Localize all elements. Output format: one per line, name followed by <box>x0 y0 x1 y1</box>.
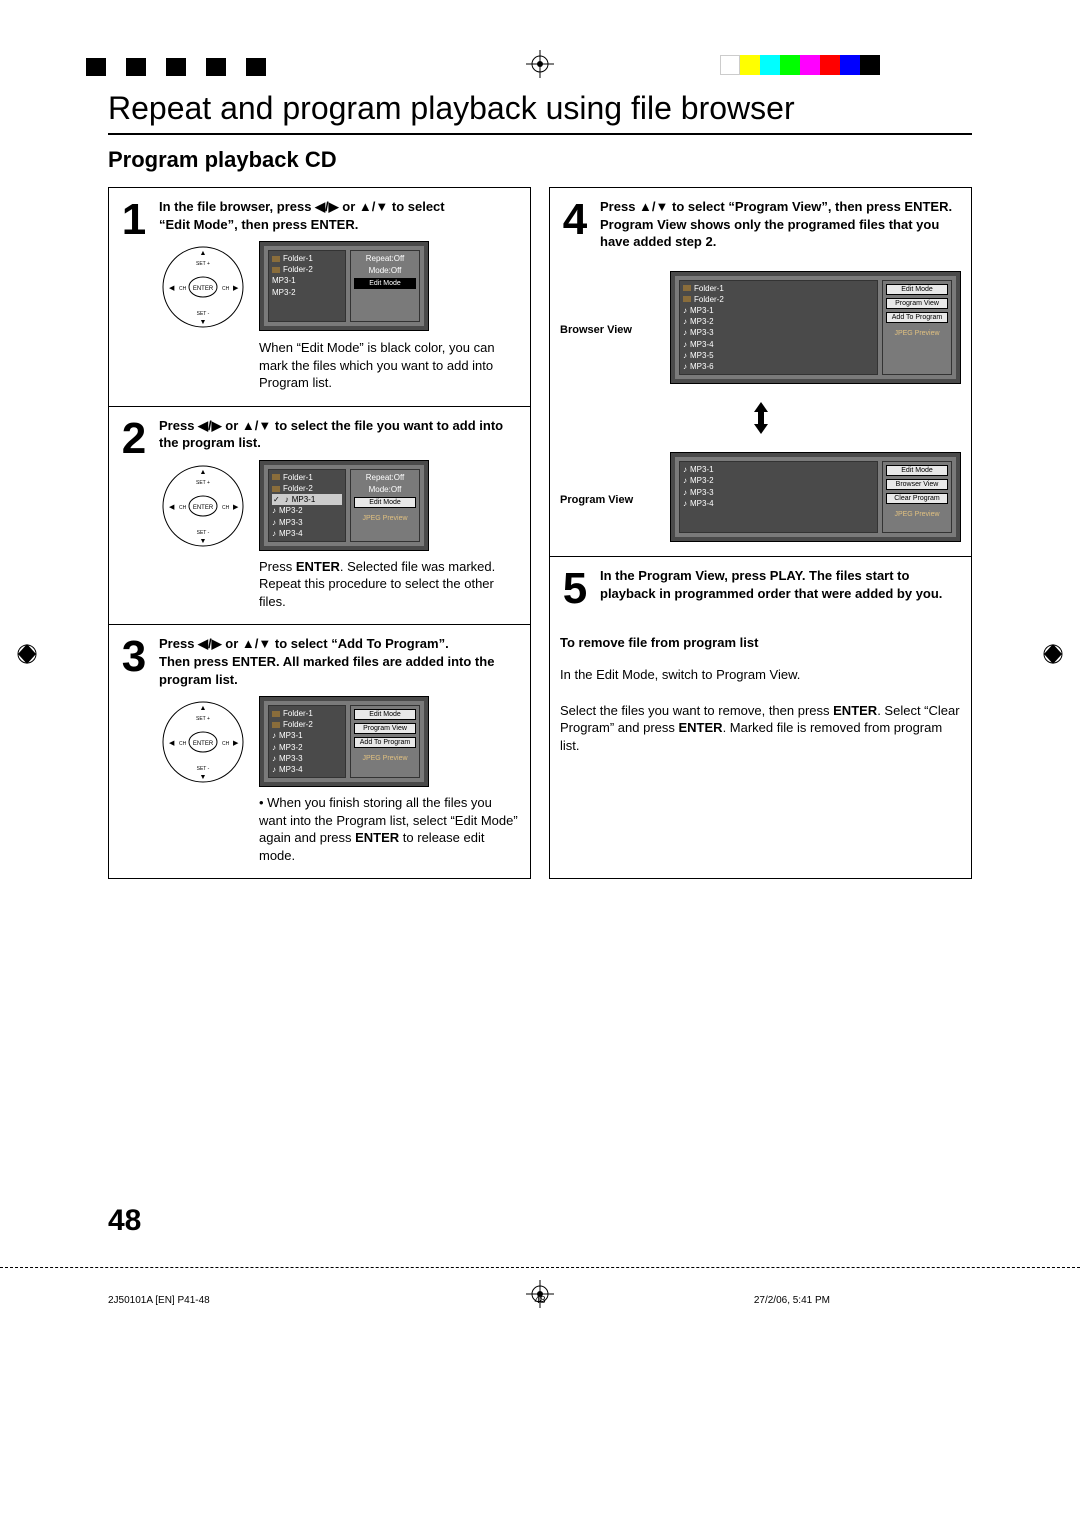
svg-text:▶: ▶ <box>233 740 239 747</box>
svg-text:SET +: SET + <box>196 261 210 267</box>
footer-right: 27/2/06, 5:41 PM <box>754 1295 830 1306</box>
program-view-button: Program View <box>886 298 948 309</box>
step-2: 2 Press ◀/▶ or ▲/▼ to select the file yo… <box>109 407 530 626</box>
remove-p1: In the Edit Mode, switch to Program View… <box>560 666 961 684</box>
edit-mode-button: Edit Mode <box>886 465 948 476</box>
svg-text:CH: CH <box>179 741 187 747</box>
svg-text:▼: ▼ <box>200 319 207 326</box>
step-number: 3 <box>119 635 149 864</box>
section-heading: Program playback CD <box>108 147 972 173</box>
footer-left: 2J50101A [EN] P41-48 <box>108 1295 210 1306</box>
svg-text:CH: CH <box>179 286 187 292</box>
program-view-label: Program View <box>560 494 660 506</box>
step-description: When “Edit Mode” is black color, you can… <box>259 339 520 392</box>
svg-text:ENTER: ENTER <box>193 286 214 292</box>
edit-mode-button: Edit Mode <box>354 709 416 720</box>
browser-screen: Folder-1 Folder-2 MP3-1 MP3-2 Repeat:Off… <box>259 241 429 331</box>
edit-mode-button: Edit Mode <box>354 278 416 289</box>
step-number: 4 <box>560 198 590 251</box>
svg-text:SET +: SET + <box>196 716 210 722</box>
updown-arrow-icon <box>560 402 961 434</box>
step-description: Press ENTER. Selected file was marked. R… <box>259 558 520 611</box>
step-3: 3 Press ◀/▶ or ▲/▼ to select “Add To Pro… <box>109 625 530 878</box>
step-instruction: In the file browser, press ◀/▶ or ▲/▼ to… <box>159 198 520 233</box>
svg-text:ENTER: ENTER <box>193 505 214 511</box>
svg-text:SET -: SET - <box>197 530 210 536</box>
remove-heading: To remove file from program list <box>560 635 961 650</box>
browser-view-label: Browser View <box>560 324 660 336</box>
svg-text:▲: ▲ <box>200 705 207 712</box>
svg-text:CH: CH <box>179 505 187 511</box>
step-1: 1 In the file browser, press ◀/▶ or ▲/▼ … <box>109 188 530 407</box>
browser-view-button: Browser View <box>886 479 948 490</box>
step-description: • When you finish storing all the files … <box>259 794 520 864</box>
left-column: 1 In the file browser, press ◀/▶ or ▲/▼ … <box>108 187 531 879</box>
svg-text:▶: ▶ <box>233 285 239 292</box>
right-column: 4 Press ▲/▼ to select “Program View”, th… <box>549 187 972 879</box>
add-to-program-button: Add To Program <box>354 737 416 748</box>
step-5: 5 In the Program View, press PLAY. The f… <box>550 557 971 776</box>
color-bar <box>720 55 880 75</box>
clear-program-button: Clear Program <box>886 493 948 504</box>
browser-screen: Folder-1 Folder-2 MP3-1 MP3-2 MP3-3 MP3-… <box>259 460 429 551</box>
svg-text:ENTER: ENTER <box>193 741 214 747</box>
side-mark-left <box>16 640 38 673</box>
side-mark-right <box>1042 640 1064 673</box>
crosshair-icon <box>526 1280 554 1313</box>
svg-text:SET +: SET + <box>196 480 210 486</box>
svg-text:CH: CH <box>222 286 230 292</box>
browser-screen: Folder-1 Folder-2 MP3-1 MP3-2 MP3-3 MP3-… <box>259 696 429 787</box>
svg-text:CH: CH <box>222 505 230 511</box>
svg-text:◀: ◀ <box>169 740 175 747</box>
remote-icon: ENTER ▲ ▼ ◀ ▶ SET + SET - CH CH <box>159 241 247 333</box>
page-title: Repeat and program playback using file b… <box>108 90 972 127</box>
title-rule <box>108 133 972 135</box>
svg-text:▲: ▲ <box>200 250 207 257</box>
svg-text:▼: ▼ <box>200 538 207 545</box>
step-number: 2 <box>119 417 149 611</box>
browser-view-screen: Folder-1 Folder-2 MP3-1 MP3-2 MP3-3 MP3-… <box>670 271 961 385</box>
edit-mode-button: Edit Mode <box>886 284 948 295</box>
svg-text:▶: ▶ <box>233 504 239 511</box>
svg-text:▼: ▼ <box>200 774 207 781</box>
edit-mode-button: Edit Mode <box>354 497 416 508</box>
step-number: 1 <box>119 198 149 392</box>
crosshair-icon <box>526 50 554 83</box>
step-4: 4 Press ▲/▼ to select “Program View”, th… <box>550 188 971 557</box>
svg-text:SET -: SET - <box>197 311 210 317</box>
step-instruction: In the Program View, press PLAY. The fil… <box>600 567 961 611</box>
remote-icon: ENTER ▲ ▼ ◀ ▶ SET + SET - CH CH <box>159 460 247 552</box>
footer-rule <box>0 1267 1080 1268</box>
step-instruction: Press ◀/▶ or ▲/▼ to select the file you … <box>159 417 520 452</box>
program-view-screen: MP3-1 MP3-2 MP3-3 MP3-4 Edit Mode Browse… <box>670 452 961 542</box>
svg-text:▲: ▲ <box>200 469 207 476</box>
add-to-program-button: Add To Program <box>886 312 948 323</box>
dash-bar <box>86 58 286 76</box>
step-number: 5 <box>560 567 590 611</box>
remove-p2: Select the files you want to remove, the… <box>560 702 961 755</box>
remote-icon: ENTER ▲ ▼ ◀ ▶ SET + SET - CH CH <box>159 696 247 788</box>
program-view-button: Program View <box>354 723 416 734</box>
step-instruction: Press ◀/▶ or ▲/▼ to select “Add To Progr… <box>159 635 520 688</box>
svg-text:SET -: SET - <box>197 766 210 772</box>
step-instruction: Press ▲/▼ to select “Program View”, then… <box>600 198 961 251</box>
page-number: 48 <box>108 1204 141 1238</box>
svg-text:◀: ◀ <box>169 285 175 292</box>
svg-text:◀: ◀ <box>169 504 175 511</box>
svg-text:CH: CH <box>222 741 230 747</box>
